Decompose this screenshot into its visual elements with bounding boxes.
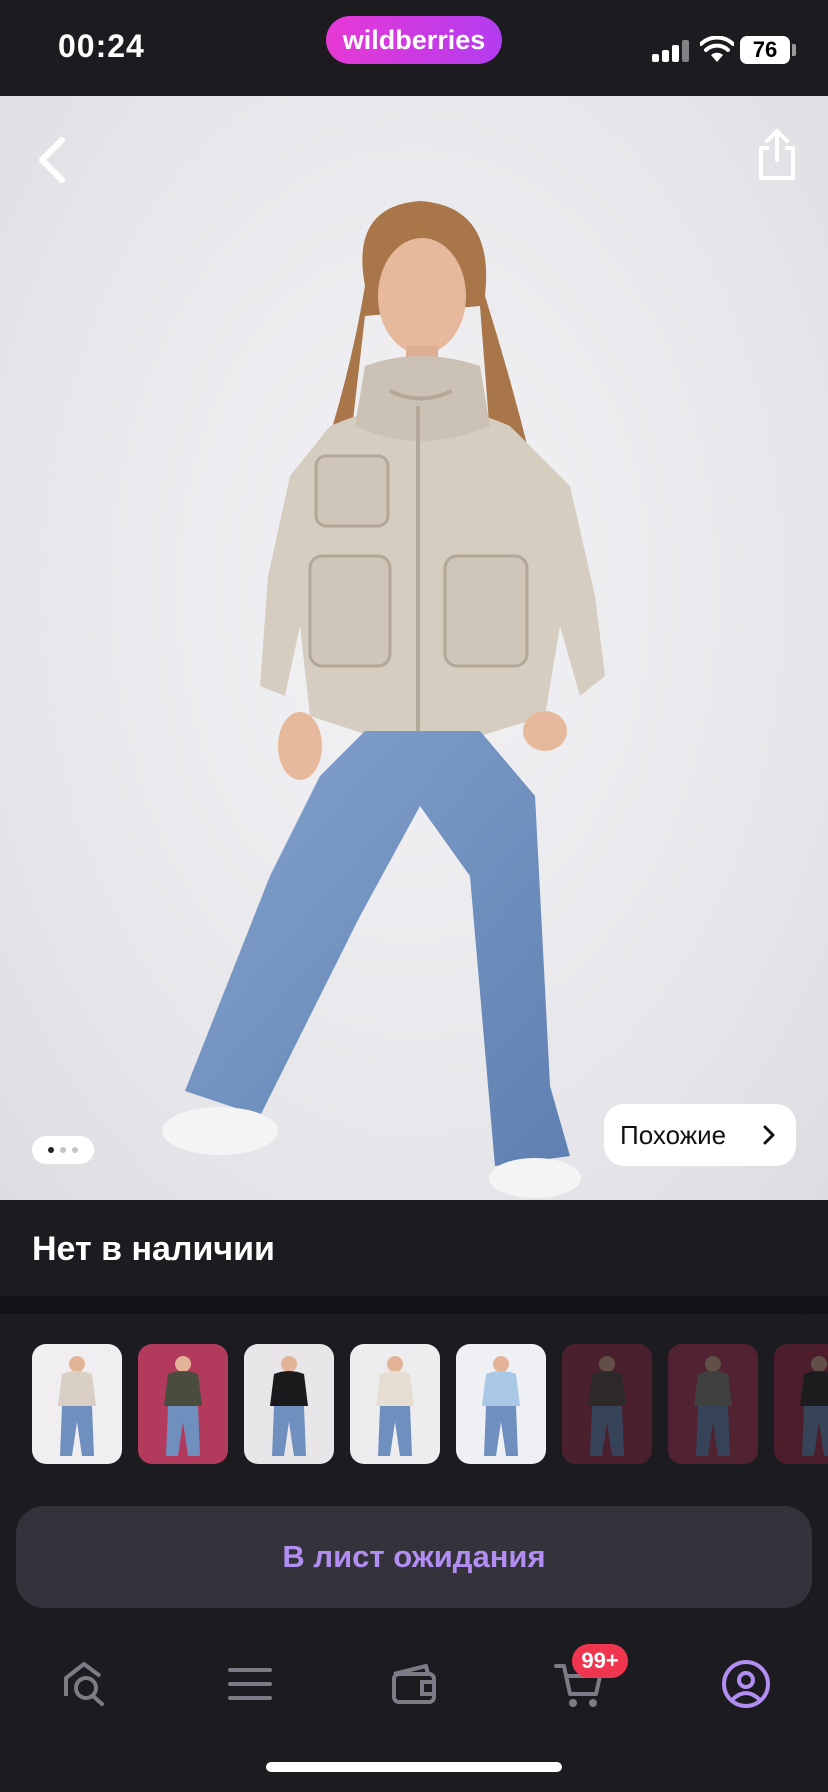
product-photo[interactable]: Похожие: [0, 96, 828, 1200]
availability-card: Нет в наличии: [0, 1200, 828, 1296]
gallery-pagination: [32, 1136, 94, 1164]
wallet-icon[interactable]: [386, 1656, 442, 1712]
battery-icon: 76: [740, 36, 790, 64]
waitlist-button[interactable]: В лист ожидания: [16, 1506, 812, 1608]
model-figure: [162, 201, 605, 1198]
similar-label: Похожие: [620, 1119, 727, 1150]
profile-icon[interactable]: [718, 1656, 774, 1712]
home-search-icon[interactable]: [56, 1656, 112, 1712]
section-divider: [0, 1296, 828, 1314]
variant-thumb-dark-coat[interactable]: [774, 1344, 828, 1464]
gallery-dot: [60, 1147, 66, 1153]
cart-badge: 99+: [572, 1644, 628, 1678]
similar-button[interactable]: Похожие: [604, 1104, 796, 1166]
chevron-right-icon: [763, 1125, 775, 1145]
gallery-dot-active: [48, 1147, 54, 1153]
variant-thumb-brown-coat[interactable]: [562, 1344, 652, 1464]
brand-pill[interactable]: wildberries: [326, 16, 502, 64]
status-bar: 00:24 wildberries 76: [0, 0, 828, 96]
gallery-dot: [72, 1147, 78, 1153]
variant-thumb-black-jacket[interactable]: [244, 1344, 334, 1464]
variant-thumb-light-blue-jacket[interactable]: [456, 1344, 546, 1464]
availability-status: Нет в наличии: [32, 1230, 275, 1268]
variant-thumbnails[interactable]: [0, 1314, 828, 1476]
variant-thumb-beige-jacket[interactable]: [32, 1344, 122, 1464]
cellular-signal-icon: [652, 40, 692, 62]
menu-icon[interactable]: [222, 1656, 278, 1712]
wifi-icon: [700, 36, 734, 62]
back-icon[interactable]: [28, 130, 78, 190]
variant-thumb-khaki-coat[interactable]: [138, 1344, 228, 1464]
share-icon[interactable]: [752, 126, 802, 186]
battery-cap: [792, 44, 796, 56]
bottom-nav: 99+: [0, 1626, 828, 1792]
home-indicator: [266, 1762, 562, 1772]
variant-thumb-cream-jacket[interactable]: [350, 1344, 440, 1464]
status-time: 00:24: [58, 28, 145, 64]
variant-thumb-grey-coat[interactable]: [668, 1344, 758, 1464]
